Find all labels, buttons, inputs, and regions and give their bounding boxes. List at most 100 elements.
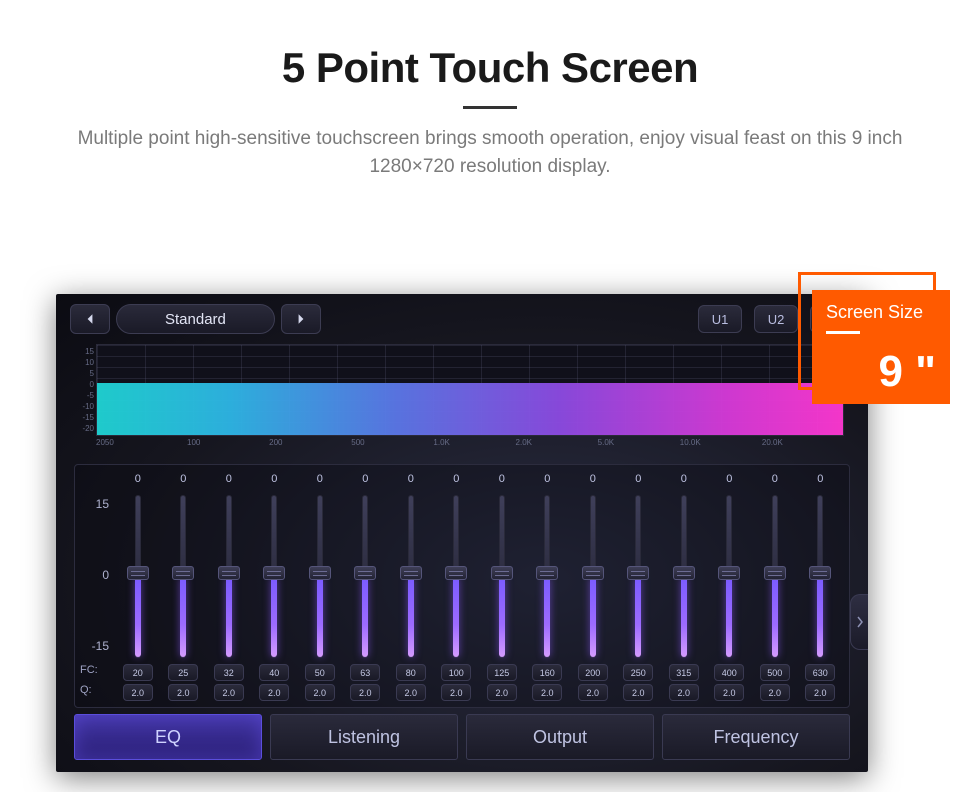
spectrum-x-tick: 2.0K [516,438,598,447]
band-fc-value[interactable]: 630 [805,664,835,681]
tab-frequency[interactable]: Frequency [662,714,850,760]
band-slider[interactable] [590,495,596,658]
callout-separator [826,331,860,334]
band-fc-value[interactable]: 63 [350,664,380,681]
band-slider[interactable] [681,495,687,658]
band-slider-knob[interactable] [400,566,422,580]
eq-band: 0202.0 [115,473,161,701]
band-fc-value[interactable]: 500 [760,664,790,681]
spectrum-y-tick: -5 [78,390,94,401]
band-fc-value[interactable]: 32 [214,664,244,681]
spectrum-y-tick: -20 [78,423,94,434]
band-gain-value: 0 [772,473,778,489]
band-q-value[interactable]: 2.0 [714,684,744,701]
tab-output[interactable]: Output [466,714,654,760]
expand-handle[interactable] [850,594,868,650]
band-slider[interactable] [135,495,141,658]
q-row-label: Q: [80,680,98,700]
band-fc-value[interactable]: 125 [487,664,517,681]
band-slider[interactable] [317,495,323,658]
band-slider[interactable] [499,495,505,658]
band-q-value[interactable]: 2.0 [441,684,471,701]
user-preset-u2[interactable]: U2 [754,305,798,333]
band-fc-value[interactable]: 315 [669,664,699,681]
tab-listening[interactable]: Listening [270,714,458,760]
mode-tabs: EQListeningOutputFrequency [74,714,850,760]
band-slider[interactable] [226,495,232,658]
band-slider-knob[interactable] [809,566,831,580]
band-slider[interactable] [544,495,550,658]
band-slider-knob[interactable] [445,566,467,580]
band-gain-value: 0 [453,473,459,489]
band-slider[interactable] [635,495,641,658]
band-gain-value: 0 [590,473,596,489]
band-fc-value[interactable]: 400 [714,664,744,681]
band-q-value[interactable]: 2.0 [396,684,426,701]
eq-band: 01252.0 [479,473,525,701]
page-subtitle: Multiple point high-sensitive touchscree… [50,125,930,180]
band-q-value[interactable]: 2.0 [578,684,608,701]
scale-max: 15 [96,497,109,511]
band-slider-knob[interactable] [491,566,513,580]
band-q-value[interactable]: 2.0 [350,684,380,701]
band-slider[interactable] [817,495,823,658]
band-fc-value[interactable]: 250 [623,664,653,681]
band-slider-knob[interactable] [536,566,558,580]
band-slider-fill [590,577,596,658]
band-slider[interactable] [180,495,186,658]
callout-label: Screen Size [826,302,936,323]
spectrum-y-tick: -15 [78,412,94,423]
eq-band: 0322.0 [206,473,252,701]
band-slider-knob[interactable] [127,566,149,580]
band-slider-knob[interactable] [354,566,376,580]
band-fc-value[interactable]: 160 [532,664,562,681]
band-gain-value: 0 [544,473,550,489]
band-q-value[interactable]: 2.0 [805,684,835,701]
spectrum-x-tick: 20.0K [762,438,844,447]
band-q-value[interactable]: 2.0 [259,684,289,701]
band-slider-knob[interactable] [764,566,786,580]
band-gain-value: 0 [726,473,732,489]
band-slider-knob[interactable] [263,566,285,580]
band-fc-value[interactable]: 40 [259,664,289,681]
band-slider-knob[interactable] [218,566,240,580]
band-slider-knob[interactable] [172,566,194,580]
band-q-value[interactable]: 2.0 [305,684,335,701]
band-slider-knob[interactable] [309,566,331,580]
band-slider[interactable] [453,495,459,658]
spectrum-x-tick: 20 [96,438,105,447]
title-underline [463,106,517,109]
band-slider-fill [271,577,277,658]
preset-name[interactable]: Standard [116,304,275,334]
band-q-value[interactable]: 2.0 [532,684,562,701]
band-fc-value[interactable]: 200 [578,664,608,681]
band-fc-value[interactable]: 20 [123,664,153,681]
band-q-value[interactable]: 2.0 [123,684,153,701]
band-fc-value[interactable]: 80 [396,664,426,681]
user-preset-u1[interactable]: U1 [698,305,742,333]
band-fc-value[interactable]: 100 [441,664,471,681]
band-slider[interactable] [726,495,732,658]
band-q-value[interactable]: 2.0 [669,684,699,701]
band-slider[interactable] [271,495,277,658]
band-slider-knob[interactable] [582,566,604,580]
spectrum-x-tick: 10.0K [680,438,762,447]
preset-prev-button[interactable] [70,304,110,334]
spectrum-x-tick: 100 [187,438,269,447]
band-q-value[interactable]: 2.0 [760,684,790,701]
band-slider-knob[interactable] [718,566,740,580]
band-q-value[interactable]: 2.0 [623,684,653,701]
band-slider[interactable] [362,495,368,658]
band-slider[interactable] [772,495,778,658]
eq-band: 02502.0 [616,473,662,701]
preset-next-button[interactable] [281,304,321,334]
band-fc-value[interactable]: 50 [305,664,335,681]
band-fc-value[interactable]: 25 [168,664,198,681]
band-q-value[interactable]: 2.0 [168,684,198,701]
tab-eq[interactable]: EQ [74,714,262,760]
band-slider[interactable] [408,495,414,658]
band-q-value[interactable]: 2.0 [487,684,517,701]
band-q-value[interactable]: 2.0 [214,684,244,701]
band-slider-knob[interactable] [627,566,649,580]
band-slider-knob[interactable] [673,566,695,580]
